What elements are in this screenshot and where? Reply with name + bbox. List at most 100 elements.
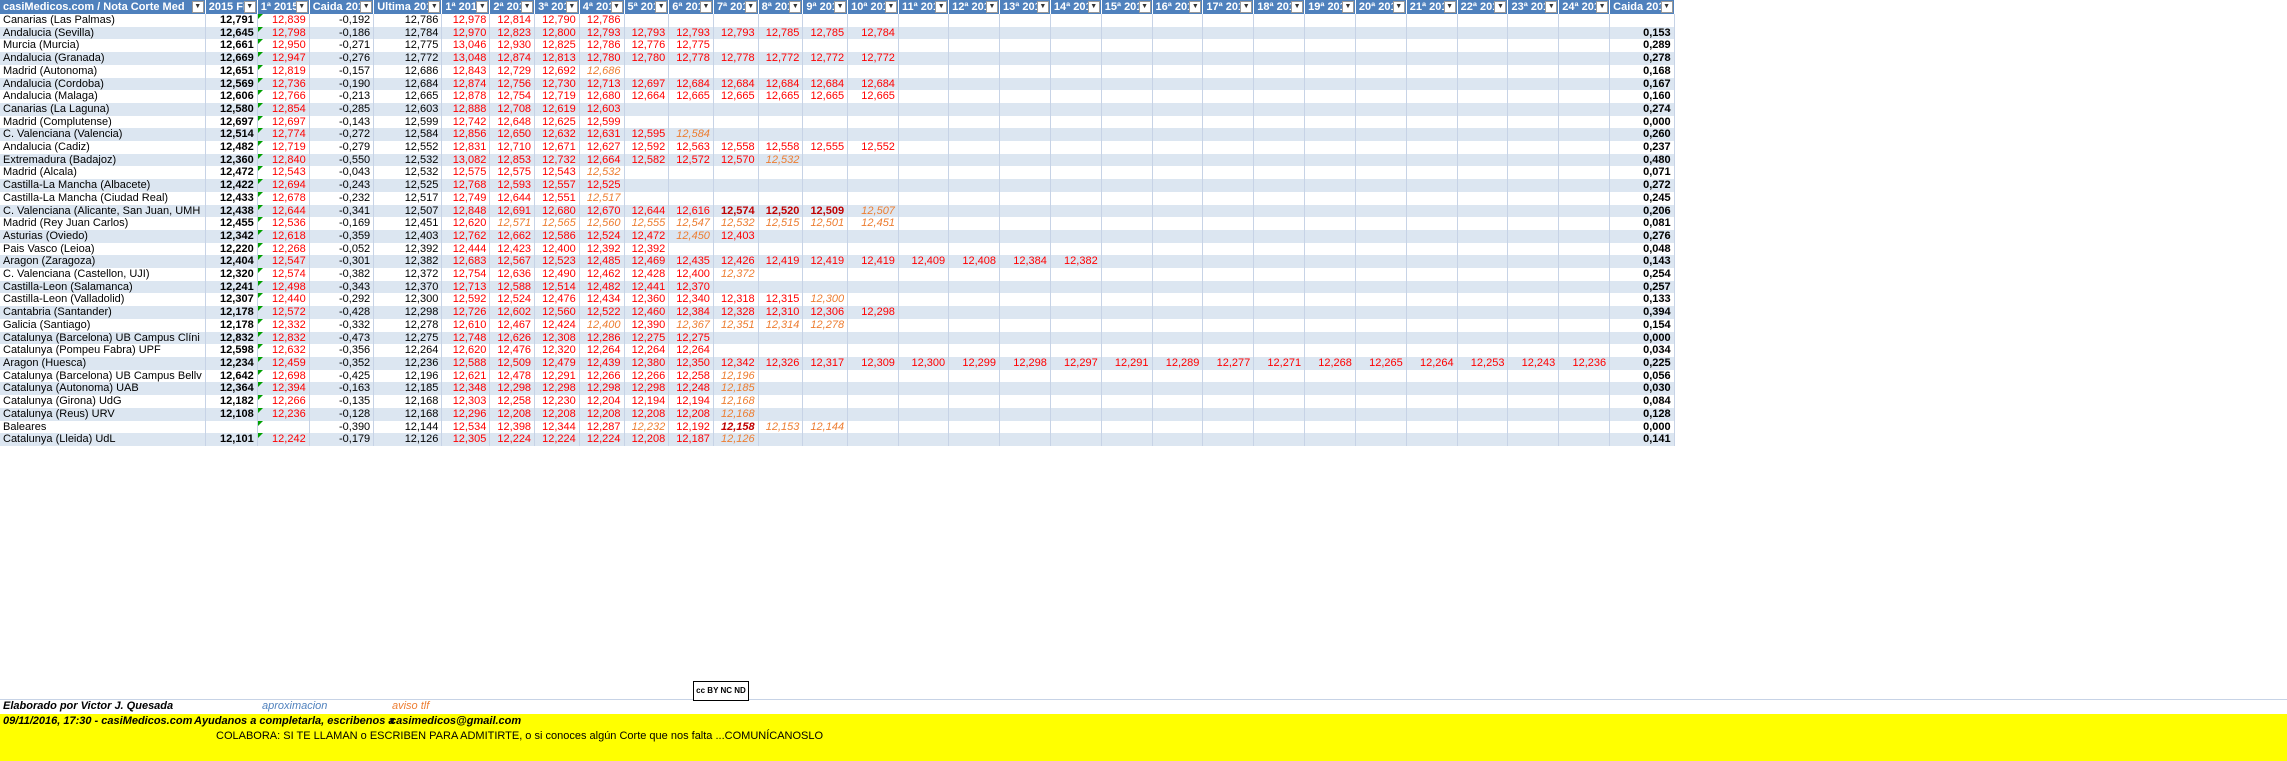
first-2015-cell[interactable]: 12,394 [257, 382, 310, 396]
round-19-cell[interactable]: 12,268 [1304, 356, 1356, 370]
column-header-21[interactable]: 17ª 2016 ▼ [1202, 0, 1255, 14]
round-19-cell[interactable] [1304, 293, 1356, 307]
round-20-cell[interactable] [1355, 128, 1407, 142]
round-23-cell[interactable] [1507, 395, 1560, 408]
round-7-cell[interactable] [713, 128, 759, 142]
round-23-cell[interactable] [1507, 77, 1560, 91]
round-14-cell[interactable] [1050, 179, 1102, 192]
round-22-cell[interactable] [1457, 293, 1509, 307]
round-12-cell[interactable] [948, 64, 1001, 78]
round-13-cell[interactable] [999, 153, 1051, 167]
round-23-cell[interactable] [1507, 191, 1560, 205]
caida-cell[interactable]: -0,276 [309, 52, 375, 65]
caida-final-cell[interactable]: 0,128 [1609, 407, 1675, 421]
first-2015-cell[interactable]: 12,572 [257, 306, 310, 319]
filter-dropdown-icon[interactable]: ▼ [655, 1, 668, 13]
round-15-cell[interactable] [1101, 344, 1153, 357]
caida-final-cell[interactable]: 0,289 [1609, 39, 1675, 53]
caida-final-cell[interactable]: 0,056 [1609, 369, 1675, 383]
round-6-cell[interactable]: 12,775 [668, 39, 714, 53]
round-21-cell[interactable] [1406, 268, 1458, 281]
round-1-cell[interactable]: 12,620 [441, 217, 491, 230]
round-4-cell[interactable]: 12,780 [579, 52, 625, 65]
round-14-cell[interactable] [1050, 420, 1102, 434]
ultima-2016-cell[interactable]: 12,168 [373, 407, 443, 421]
round-13-cell[interactable] [999, 382, 1051, 396]
caida-cell[interactable]: -0,192 [309, 14, 375, 27]
round-4-cell[interactable]: 12,786 [579, 39, 625, 53]
round-3-cell[interactable]: 12,565 [534, 217, 580, 230]
round-10-cell[interactable] [847, 433, 899, 446]
round-10-cell[interactable] [847, 420, 899, 434]
caida-cell[interactable]: -0,190 [309, 77, 375, 91]
round-19-cell[interactable] [1304, 318, 1356, 332]
round-11-cell[interactable] [898, 191, 950, 205]
round-17-cell[interactable] [1202, 153, 1255, 167]
round-24-cell[interactable] [1558, 382, 1611, 396]
round-16-cell[interactable] [1152, 14, 1204, 27]
round-13-cell[interactable] [999, 242, 1051, 256]
fin-2015-cell[interactable]: 12,364 [205, 382, 258, 396]
round-8-cell[interactable] [758, 331, 804, 345]
round-1-cell[interactable]: 12,444 [441, 242, 491, 256]
round-5-cell[interactable]: 12,780 [624, 52, 670, 65]
round-8-cell[interactable]: 12,310 [758, 306, 804, 319]
round-18-cell[interactable] [1253, 242, 1306, 256]
round-17-cell[interactable] [1202, 306, 1255, 319]
round-7-cell[interactable] [713, 115, 759, 129]
round-11-cell[interactable] [898, 102, 950, 116]
round-16-cell[interactable] [1152, 268, 1204, 281]
round-9-cell[interactable] [802, 331, 849, 345]
caida-final-cell[interactable]: 0,000 [1609, 420, 1675, 434]
caida-final-cell[interactable]: 0,034 [1609, 344, 1675, 357]
round-9-cell[interactable] [802, 102, 849, 116]
round-9-cell[interactable]: 12,772 [802, 52, 849, 65]
round-16-cell[interactable] [1152, 64, 1204, 78]
round-20-cell[interactable] [1355, 14, 1407, 27]
fin-2015-cell[interactable]: 12,360 [205, 153, 258, 167]
round-2-cell[interactable]: 12,298 [489, 382, 536, 396]
round-13-cell[interactable] [999, 229, 1051, 243]
column-header-16[interactable]: 12ª 2016 ▼ [948, 0, 1001, 14]
round-2-cell[interactable]: 12,691 [489, 204, 536, 218]
round-20-cell[interactable] [1355, 141, 1407, 154]
round-15-cell[interactable] [1101, 166, 1153, 180]
round-17-cell[interactable] [1202, 217, 1255, 230]
round-12-cell[interactable] [948, 115, 1001, 129]
caida-cell[interactable]: -0,143 [309, 115, 375, 129]
round-19-cell[interactable] [1304, 242, 1356, 256]
round-3-cell[interactable]: 12,790 [534, 14, 580, 27]
round-22-cell[interactable] [1457, 26, 1509, 40]
round-1-cell[interactable]: 13,048 [441, 52, 491, 65]
round-16-cell[interactable] [1152, 229, 1204, 243]
round-18-cell[interactable] [1253, 229, 1306, 243]
fin-2015-cell[interactable]: 12,832 [205, 331, 258, 345]
round-3-cell[interactable]: 12,632 [534, 128, 580, 142]
round-22-cell[interactable] [1457, 331, 1509, 345]
first-2015-cell[interactable]: 12,950 [257, 39, 310, 53]
round-13-cell[interactable] [999, 115, 1051, 129]
round-11-cell[interactable] [898, 141, 950, 154]
round-8-cell[interactable]: 12,665 [758, 90, 804, 103]
column-header-11[interactable]: 7ª 2016 ▼ [713, 0, 759, 14]
column-header-27[interactable]: 23ª 2016 ▼ [1507, 0, 1560, 14]
column-header-0[interactable]: casiMedicos.com / Nota Corte Med ▼ [0, 0, 206, 14]
fin-2015-cell[interactable]: 12,598 [205, 344, 258, 357]
round-22-cell[interactable] [1457, 39, 1509, 53]
fin-2015-cell[interactable]: 12,307 [205, 293, 258, 307]
round-10-cell[interactable]: 12,451 [847, 217, 899, 230]
round-23-cell[interactable]: 12,243 [1507, 356, 1560, 370]
round-3-cell[interactable]: 12,291 [534, 369, 580, 383]
round-23-cell[interactable] [1507, 14, 1560, 27]
round-3-cell[interactable]: 12,619 [534, 102, 580, 116]
round-3-cell[interactable]: 12,800 [534, 26, 580, 40]
round-10-cell[interactable] [847, 369, 899, 383]
round-14-cell[interactable] [1050, 90, 1102, 103]
round-23-cell[interactable] [1507, 39, 1560, 53]
round-10-cell[interactable]: 12,309 [847, 356, 899, 370]
round-22-cell[interactable] [1457, 395, 1509, 408]
round-4-cell[interactable]: 12,434 [579, 293, 625, 307]
round-4-cell[interactable]: 12,670 [579, 204, 625, 218]
round-17-cell[interactable] [1202, 255, 1255, 269]
first-2015-cell[interactable]: 12,832 [257, 331, 310, 345]
